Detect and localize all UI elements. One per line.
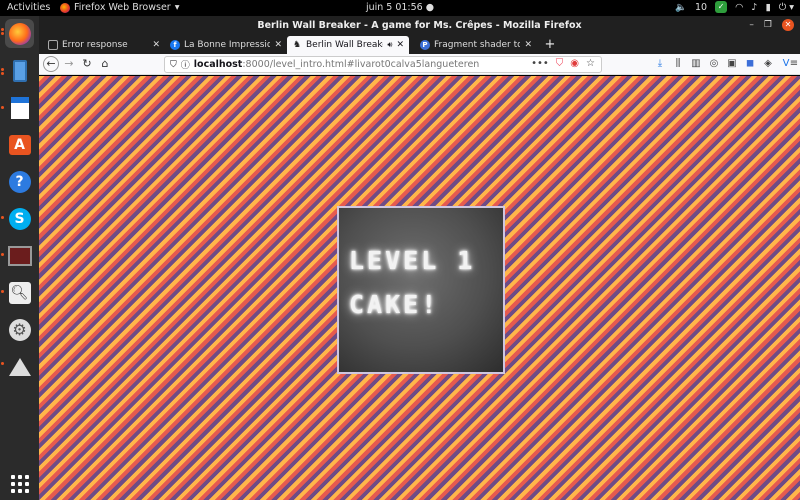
volume-icon: ♪ <box>751 1 758 13</box>
dock-software[interactable]: A <box>5 130 34 159</box>
volume-level: 10 <box>694 1 708 13</box>
firefox-icon <box>60 2 70 13</box>
show-applications-button[interactable] <box>5 469 34 498</box>
page-actions-icon[interactable]: ••• <box>531 58 549 69</box>
forward-button[interactable]: → <box>61 56 77 72</box>
speaker-icon: 🔈 <box>675 1 687 13</box>
running-indicator <box>1 253 4 256</box>
gear-icon: ⚙ <box>8 318 31 341</box>
window-titlebar[interactable]: Berlin Wall Breaker - A game for Ms. Crê… <box>39 16 800 36</box>
back-button[interactable]: ← <box>43 56 59 72</box>
running-indicator <box>1 32 4 35</box>
home-button[interactable]: ⌂ <box>97 56 113 72</box>
app-menu[interactable]: Firefox Web Browser ▾ <box>60 2 179 13</box>
level-subtitle: CAKE! <box>349 290 440 319</box>
power-menu-icon[interactable]: ⏻ ▾ <box>779 2 794 13</box>
dock-inkscape[interactable] <box>5 352 34 381</box>
document-writer-icon <box>10 96 29 119</box>
level-title: LEVEL 1 <box>349 246 476 275</box>
files-icon <box>12 59 27 82</box>
running-indicator <box>1 216 4 219</box>
magnifier-icon: 🔍︎ <box>8 281 31 304</box>
notification-dot-icon: ● <box>425 2 435 13</box>
screenshot-icon[interactable]: ▣ <box>725 57 739 71</box>
dock-writer[interactable] <box>5 93 34 122</box>
tab-la-bonne-impression[interactable]: f La Bonne Impression - B ✕ <box>165 36 287 54</box>
running-indicator <box>1 106 4 109</box>
container-icon[interactable]: ◼ <box>743 57 757 71</box>
close-tab-icon[interactable]: ✕ <box>152 40 160 50</box>
pocket-icon[interactable]: ⛉ <box>556 58 564 69</box>
close-tab-icon[interactable]: ✕ <box>524 40 532 50</box>
chevron-down-icon: ▾ <box>174 2 180 13</box>
dock-help[interactable]: ? <box>5 167 34 196</box>
account-icon[interactable]: ◎ <box>707 57 721 71</box>
clock[interactable]: juin 5 01:56 <box>366 2 423 13</box>
ubuntu-dock: A ? S 🔍︎ ⚙ <box>0 16 39 500</box>
game-window-icon <box>7 245 32 266</box>
dock-settings[interactable]: ⚙ <box>5 315 34 344</box>
tab-fragment-shader[interactable]: P Fragment shader too ma ✕ <box>415 36 537 54</box>
extension-icon[interactable]: ◉ <box>570 58 579 69</box>
game-canvas[interactable]: LEVEL 1 CAKE! <box>337 206 505 374</box>
running-indicator <box>1 290 4 293</box>
app-menu-label: Firefox Web Browser <box>74 2 171 13</box>
gnome-top-bar: Activities Firefox Web Browser ▾ juin 5 … <box>0 0 800 16</box>
new-tab-button[interactable]: + <box>543 37 557 53</box>
app-grid-icon <box>10 474 29 493</box>
dock-terminal-app[interactable] <box>5 241 34 270</box>
hamburger-menu-icon[interactable]: ≡ <box>787 57 800 71</box>
battery-icon: ▮ <box>765 1 771 13</box>
system-tray[interactable]: 🔈 10 ✓ ◠ ♪ ▮ ⏻ ▾ <box>675 1 794 13</box>
page-content: LEVEL 1 CAKE! <box>39 76 800 500</box>
dock-firefox[interactable] <box>5 19 34 48</box>
blank-page-icon <box>48 40 58 50</box>
tab-berlin-wall-breaker[interactable]: ♞ Berlin Wall Breaker - A 🔊︎ ✕ <box>287 36 409 54</box>
running-indicator <box>1 68 4 71</box>
inkscape-icon <box>8 357 31 376</box>
running-indicator <box>1 72 4 75</box>
navigation-toolbar: ← → ↻ ⌂ ⛉ ⓘ localhost:8000/level_intro.h… <box>39 54 800 75</box>
shield-icon[interactable]: ⛉ <box>170 60 177 70</box>
tab-error-response[interactable]: Error response ✕ <box>43 36 165 54</box>
update-check-icon[interactable]: ✓ <box>715 1 728 13</box>
dock-skype[interactable]: S <box>5 204 34 233</box>
minimize-button[interactable]: – <box>749 20 754 30</box>
dock-image-viewer[interactable]: 🔍︎ <box>5 278 34 307</box>
addon-icon[interactable]: ◈ <box>761 57 775 71</box>
tab-label: Fragment shader too ma <box>434 40 521 50</box>
info-icon[interactable]: ⓘ <box>181 58 190 71</box>
pocket-p-icon: P <box>420 40 430 50</box>
activities-button[interactable]: Activities <box>7 2 50 13</box>
url-host: localhost <box>193 59 243 70</box>
close-window-button[interactable]: ✕ <box>782 19 794 31</box>
url-path: :8000/level_intro.html#livarot0calva5lan… <box>242 59 480 70</box>
close-tab-icon[interactable]: ✕ <box>274 40 282 50</box>
window-title: Berlin Wall Breaker - A game for Ms. Crê… <box>257 20 582 31</box>
wifi-icon: ◠ <box>735 1 744 13</box>
tab-label: Berlin Wall Breaker - A <box>306 40 383 50</box>
help-icon: ? <box>8 170 31 193</box>
skype-icon: S <box>8 207 31 230</box>
facebook-icon: f <box>170 40 180 50</box>
close-tab-icon[interactable]: ✕ <box>396 40 404 50</box>
speaker-icon[interactable]: 🔊︎ <box>387 40 392 50</box>
maximize-button[interactable]: ❐ <box>764 20 772 30</box>
tab-strip: Error response ✕ f La Bonne Impression -… <box>39 36 800 54</box>
bookmark-star-icon[interactable]: ☆ <box>586 58 595 69</box>
app-store-icon: A <box>8 134 31 155</box>
tab-label: La Bonne Impression - B <box>184 40 271 50</box>
reload-button[interactable]: ↻ <box>79 56 95 72</box>
dock-files[interactable] <box>5 56 34 85</box>
download-icon[interactable]: ⤓ <box>653 57 667 71</box>
game-icon: ♞ <box>292 40 302 50</box>
running-indicator <box>1 28 4 31</box>
sidebar-icon[interactable]: ▥ <box>689 57 703 71</box>
url-bar[interactable]: ⛉ ⓘ localhost:8000/level_intro.html#liva… <box>164 56 602 73</box>
firefox-icon <box>8 22 31 45</box>
running-indicator <box>1 362 4 365</box>
tab-label: Error response <box>62 40 128 50</box>
library-icon[interactable]: ⫼ <box>671 57 685 71</box>
